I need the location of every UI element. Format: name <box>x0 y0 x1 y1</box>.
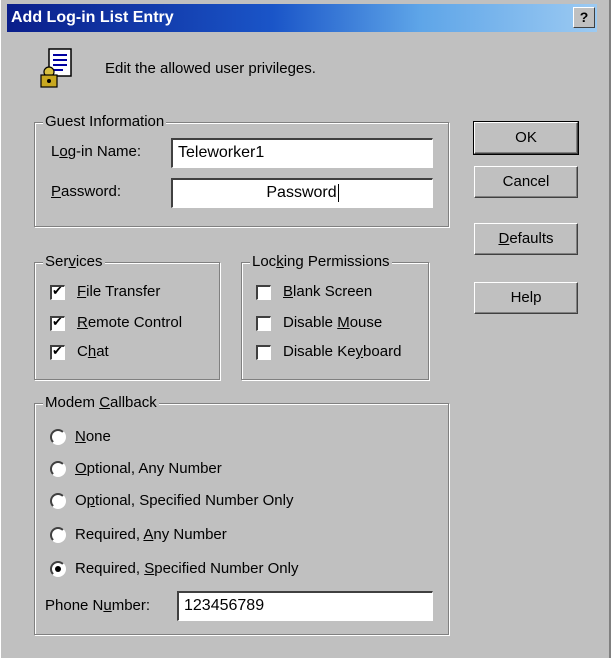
file-transfer-checkbox[interactable] <box>50 283 65 300</box>
disable-mouse-label[interactable]: Disable Mouse <box>283 314 382 332</box>
file-transfer-label[interactable]: File Transfer <box>77 283 160 301</box>
help-question-button[interactable]: ? <box>573 7 595 28</box>
password-label: Password: <box>51 183 122 200</box>
callback-optional-any-label[interactable]: Optional, Any Number <box>75 460 222 478</box>
services-title: Services <box>43 253 105 271</box>
remote-control-checkbox[interactable] <box>50 314 65 331</box>
chat-label[interactable]: Chat <box>77 343 109 361</box>
remote-control-label[interactable]: Remote Control <box>77 314 182 332</box>
callback-optional-specified-radio[interactable] <box>50 493 66 509</box>
add-login-entry-dialog: Add Log-in List Entry ? Edit the allowed… <box>0 0 611 658</box>
defaults-button[interactable]: Defaults <box>474 223 578 255</box>
ok-button[interactable]: OK <box>473 121 579 155</box>
phone-number-label: Phone Number: <box>45 597 151 614</box>
text-caret <box>337 183 339 202</box>
callback-optional-specified-label[interactable]: Optional, Specified Number Only <box>75 492 293 510</box>
disable-mouse-checkbox[interactable] <box>256 316 271 331</box>
guest-info-title: Guest Information <box>43 113 167 131</box>
modem-callback-title: Modem Callback <box>43 394 159 412</box>
cancel-button[interactable]: Cancel <box>474 166 578 198</box>
disable-keyboard-label[interactable]: Disable Keyboard <box>283 343 401 361</box>
dialog-title: Add Log-in List Entry <box>11 9 174 26</box>
header-description: Edit the allowed user privileges. <box>105 60 316 77</box>
blank-screen-label[interactable]: Blank Screen <box>283 283 372 301</box>
callback-required-any-label[interactable]: Required, Any Number <box>75 526 227 544</box>
password-input[interactable]: Password <box>171 178 433 208</box>
callback-none-label[interactable]: None <box>75 428 111 446</box>
chat-checkbox[interactable] <box>50 343 65 360</box>
callback-optional-any-radio[interactable] <box>50 461 66 477</box>
blank-screen-checkbox[interactable] <box>256 285 271 300</box>
disable-keyboard-checkbox[interactable] <box>256 345 271 360</box>
callback-required-specified-label[interactable]: Required, Specified Number Only <box>75 560 298 578</box>
callback-required-specified-radio[interactable] <box>50 561 66 577</box>
callback-none-radio[interactable] <box>50 429 66 445</box>
callback-required-any-radio[interactable] <box>50 527 66 543</box>
help-button[interactable]: Help <box>474 282 578 314</box>
login-name-label: Log-in Name: <box>51 143 142 160</box>
user-list-lock-icon <box>40 48 72 88</box>
password-value: Password <box>266 184 337 201</box>
title-bar[interactable]: Add Log-in List Entry ? <box>7 4 597 32</box>
locking-permissions-title: Locking Permissions <box>250 253 392 271</box>
login-name-input[interactable]: Teleworker1 <box>171 138 433 168</box>
phone-number-input[interactable]: 123456789 <box>177 591 433 621</box>
